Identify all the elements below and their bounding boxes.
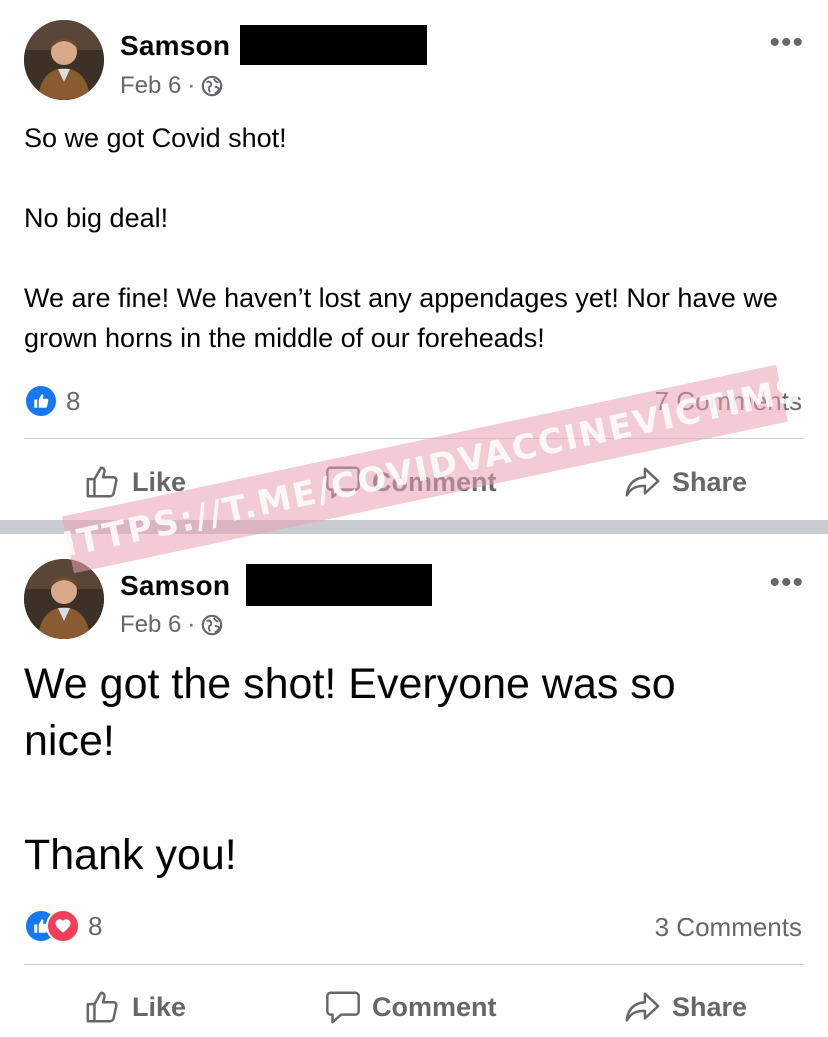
- share-button[interactable]: Share: [624, 452, 747, 512]
- post-date[interactable]: Feb 6: [120, 611, 181, 639]
- share-arrow-icon: [625, 467, 660, 497]
- globe-icon: [202, 75, 223, 97]
- more-options-button[interactable]: •••: [769, 28, 804, 58]
- avatar[interactable]: [24, 20, 104, 100]
- share-label: Share: [672, 991, 748, 1022]
- thumbs-up-icon: [86, 991, 118, 1023]
- post-date[interactable]: Feb 6: [120, 72, 181, 100]
- love-reaction-icon: [46, 909, 80, 943]
- meta-separator: ·: [187, 611, 196, 638]
- reaction-icons: [24, 909, 80, 943]
- avatar[interactable]: [24, 559, 104, 639]
- share-label: Share: [672, 466, 748, 497]
- divider: [24, 964, 804, 965]
- comment-button[interactable]: Comment: [324, 452, 497, 512]
- more-options-button[interactable]: •••: [769, 568, 804, 598]
- meta-separator: ·: [187, 72, 196, 99]
- action-bar: Like Comment Share: [0, 452, 828, 512]
- post-paragraph: No big deal!: [24, 203, 169, 233]
- like-label: Like: [132, 466, 187, 497]
- reaction-count: 8: [66, 385, 81, 416]
- post-meta: Feb 6 ·: [120, 72, 223, 100]
- comment-bubble-icon: [326, 466, 360, 499]
- like-button[interactable]: Like: [84, 977, 186, 1037]
- post-card: Samson Feb 6 · ••• So we got Covid shot!…: [0, 0, 828, 520]
- globe-icon: [202, 614, 223, 636]
- thumbs-up-icon: [86, 466, 118, 498]
- like-reaction-icon: [24, 384, 58, 418]
- post-paragraph: So we got Covid shot!: [24, 123, 287, 153]
- share-arrow-icon: [625, 992, 660, 1022]
- reaction-summary[interactable]: 8: [24, 909, 102, 943]
- author-name[interactable]: Samson: [120, 30, 230, 62]
- author-name[interactable]: Samson: [120, 570, 230, 602]
- redaction-bar: [246, 564, 432, 606]
- post-meta: Feb 6 ·: [120, 611, 223, 639]
- post-paragraph: Thank you!: [24, 831, 237, 879]
- action-bar: Like Comment Share: [0, 977, 828, 1037]
- post-body: So we got Covid shot! No big deal! We ar…: [24, 118, 788, 358]
- like-label: Like: [132, 991, 187, 1022]
- reaction-count: 8: [88, 910, 103, 941]
- comment-bubble-icon: [326, 991, 360, 1024]
- reaction-summary[interactable]: 8: [24, 384, 80, 418]
- comments-count[interactable]: 7 Comments: [655, 386, 802, 417]
- comment-label: Comment: [372, 991, 497, 1022]
- comment-label: Comment: [372, 466, 497, 497]
- comments-count[interactable]: 3 Comments: [655, 912, 802, 943]
- feed-separator: [0, 520, 828, 534]
- redaction-bar: [240, 25, 427, 65]
- divider: [24, 438, 804, 439]
- post-paragraph: We are fine! We haven’t lost any appenda…: [24, 283, 778, 353]
- post-paragraph: We got the shot! Everyone was so nice!: [24, 660, 676, 765]
- like-button[interactable]: Like: [84, 452, 186, 512]
- post-body: We got the shot! Everyone was so nice! T…: [24, 656, 768, 884]
- share-button[interactable]: Share: [624, 977, 747, 1037]
- comment-button[interactable]: Comment: [324, 977, 497, 1037]
- post-card: Samson Feb 6 · ••• We got the shot! Ever…: [0, 534, 828, 1033]
